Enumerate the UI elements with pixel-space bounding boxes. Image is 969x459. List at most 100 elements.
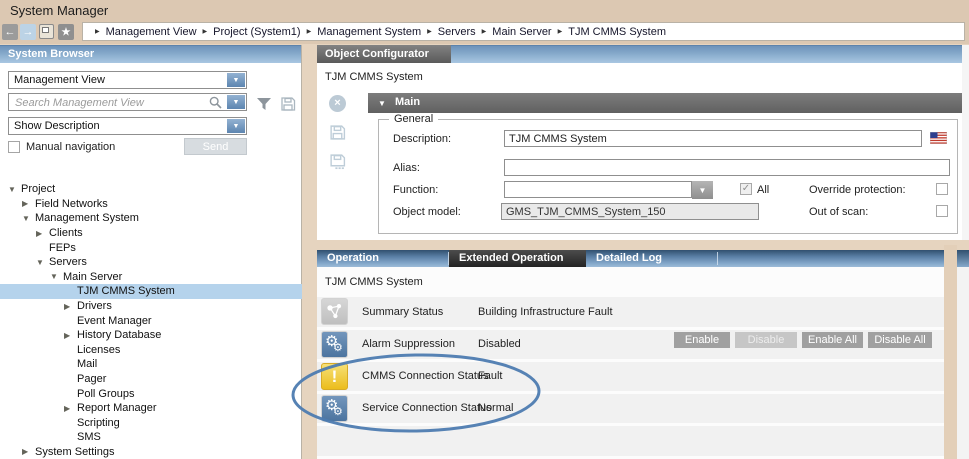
override-protection-checkbox[interactable] — [936, 183, 948, 195]
breadcrumb-arrow-icon: ▶ — [427, 28, 432, 35]
tree-item-drivers[interactable]: ▶Drivers — [0, 299, 302, 314]
save-icon[interactable] — [329, 124, 346, 141]
object-configurator-tab[interactable]: Object Configurator — [317, 45, 451, 63]
breadcrumb-item[interactable]: Main Server — [492, 26, 551, 38]
us-flag-icon — [930, 132, 947, 144]
tree-expanded-icon[interactable]: ▼ — [50, 272, 63, 281]
search-input[interactable] — [13, 95, 197, 110]
tree-item-mail[interactable]: Mail — [0, 357, 302, 372]
clear-icon[interactable]: × — [329, 95, 346, 112]
tree-item-system-settings[interactable]: ▶System Settings — [0, 445, 302, 459]
tree-collapsed-icon[interactable]: ▶ — [22, 447, 35, 456]
tree-expanded-icon[interactable]: ▼ — [36, 258, 49, 267]
summary-status-icon — [321, 298, 348, 325]
tree-item-label: Pager — [77, 373, 106, 385]
tree-item-label: Clients — [49, 227, 83, 239]
tree-item-servers[interactable]: ▼Servers — [0, 255, 302, 270]
tree-item-label: System Settings — [35, 446, 114, 458]
view-selector-dropdown[interactable]: Management View ▼ — [8, 71, 247, 89]
breadcrumb-item[interactable]: Servers — [438, 26, 476, 38]
tree-item-report-manager[interactable]: ▶Report Manager — [0, 401, 302, 416]
function-field[interactable] — [504, 181, 692, 198]
out-of-scan-checkbox[interactable] — [936, 205, 948, 217]
main-section-title: Main — [395, 96, 420, 108]
tree-item-main-server[interactable]: ▼Main Server — [0, 270, 302, 285]
tree-item-pager[interactable]: Pager — [0, 372, 302, 387]
filter-icon[interactable] — [256, 96, 273, 113]
tree-collapsed-icon[interactable]: ▶ — [64, 404, 77, 413]
tab-separator — [448, 252, 449, 265]
status-row-label: Service Connection Status — [362, 394, 492, 423]
tab-operation[interactable]: Operation — [317, 250, 448, 267]
tab-separator — [717, 252, 718, 265]
breadcrumb-item[interactable]: Project (System1) — [213, 26, 300, 38]
search-icon[interactable] — [209, 96, 222, 109]
status-row-value: Disabled — [478, 330, 521, 359]
disable-all-button[interactable]: Disable All — [868, 332, 932, 348]
tree-expanded-icon[interactable]: ▼ — [22, 214, 35, 223]
tree-item-licenses[interactable]: Licenses — [0, 343, 302, 358]
send-button[interactable]: Send — [184, 138, 247, 155]
operation-panel: OperationExtended OperationDetailed Log … — [317, 250, 944, 459]
search-box[interactable]: ▼ — [8, 93, 247, 111]
tree-collapsed-icon[interactable]: ▶ — [36, 229, 49, 238]
tree-item-label: TJM CMMS System — [77, 285, 175, 297]
favorites-star-icon[interactable]: ★ — [58, 24, 74, 40]
tree-item-scripting[interactable]: Scripting — [0, 416, 302, 431]
tree-item-history-database[interactable]: ▶History Database — [0, 328, 302, 343]
status-row-value: Building Infrastructure Fault — [478, 297, 613, 327]
panel-splitter[interactable] — [944, 245, 957, 459]
tab-extended-operation[interactable]: Extended Operation — [449, 250, 586, 267]
description-field[interactable] — [504, 130, 922, 147]
search-chevron-down-icon[interactable]: ▼ — [227, 95, 245, 109]
all-label: All — [757, 184, 769, 196]
alias-field[interactable] — [504, 159, 950, 176]
back-icon[interactable]: ← — [2, 24, 18, 40]
tree-item-feps[interactable]: FEPs — [0, 240, 302, 255]
save-filter-icon[interactable] — [280, 96, 297, 113]
tree-expanded-icon[interactable]: ▼ — [8, 185, 21, 194]
tree-collapsed-icon[interactable]: ▶ — [64, 331, 77, 340]
main-section-bar[interactable]: ▼ Main — [368, 93, 962, 113]
all-checkbox[interactable]: ✓ — [740, 183, 752, 195]
object-model-label: Object model: — [393, 206, 461, 218]
tree-item-poll-groups[interactable]: Poll Groups — [0, 386, 302, 401]
object-model-field — [501, 203, 759, 220]
recent-views-icon[interactable] — [39, 24, 54, 39]
tree-item-management-system[interactable]: ▼Management System — [0, 211, 302, 226]
breadcrumb-item[interactable]: Management System — [317, 26, 421, 38]
breadcrumb-item[interactable]: TJM CMMS System — [568, 26, 666, 38]
tree-item-label: Management System — [35, 212, 139, 224]
chevron-down-icon[interactable]: ▼ — [227, 73, 245, 87]
display-mode-dropdown[interactable]: Show Description ▼ — [8, 117, 247, 135]
tab-detailed-log[interactable]: Detailed Log — [586, 250, 717, 267]
system-browser-header: System Browser — [0, 45, 301, 63]
breadcrumb: ▶ Management View ▶ Project (System1) ▶ Manag… — [82, 22, 965, 41]
tree-item-sms[interactable]: SMS — [0, 430, 302, 445]
save-as-icon[interactable] — [329, 153, 346, 170]
tree-collapsed-icon[interactable]: ▶ — [64, 302, 77, 311]
system-manager-window: { "window": { "title": "System Manager" … — [0, 0, 969, 459]
tree-item-label: Main Server — [63, 271, 122, 283]
breadcrumb-arrow-icon: ▶ — [307, 28, 312, 35]
breadcrumb-item[interactable]: Management View — [106, 26, 197, 38]
tree-item-tjm-cmms-system[interactable]: TJM CMMS System — [0, 284, 302, 299]
enable-button[interactable]: Enable — [674, 332, 730, 348]
operation-object-name: TJM CMMS System — [325, 276, 423, 288]
function-chevron-down-icon[interactable]: ▼ — [692, 181, 713, 199]
forward-icon[interactable]: → — [20, 24, 36, 40]
tree-item-event-manager[interactable]: Event Manager — [0, 313, 302, 328]
manual-navigation-checkbox[interactable] — [8, 141, 20, 153]
configured-object-name: TJM CMMS System — [325, 71, 423, 83]
tree-collapsed-icon[interactable]: ▶ — [22, 199, 35, 208]
tree-item-clients[interactable]: ▶Clients — [0, 226, 302, 241]
tree-item-field-networks[interactable]: ▶Field Networks — [0, 197, 302, 212]
chevron-down-icon[interactable]: ▼ — [227, 119, 245, 133]
tree-item-project[interactable]: ▼Project — [0, 182, 302, 197]
breadcrumb-arrow-icon: ▶ — [95, 28, 100, 35]
tree-item-label: Servers — [49, 256, 87, 268]
collapse-triangle-icon: ▼ — [378, 99, 386, 108]
disable-button: Disable — [735, 332, 797, 348]
enable-all-button[interactable]: Enable All — [802, 332, 863, 348]
tree-item-label: Field Networks — [35, 198, 108, 210]
